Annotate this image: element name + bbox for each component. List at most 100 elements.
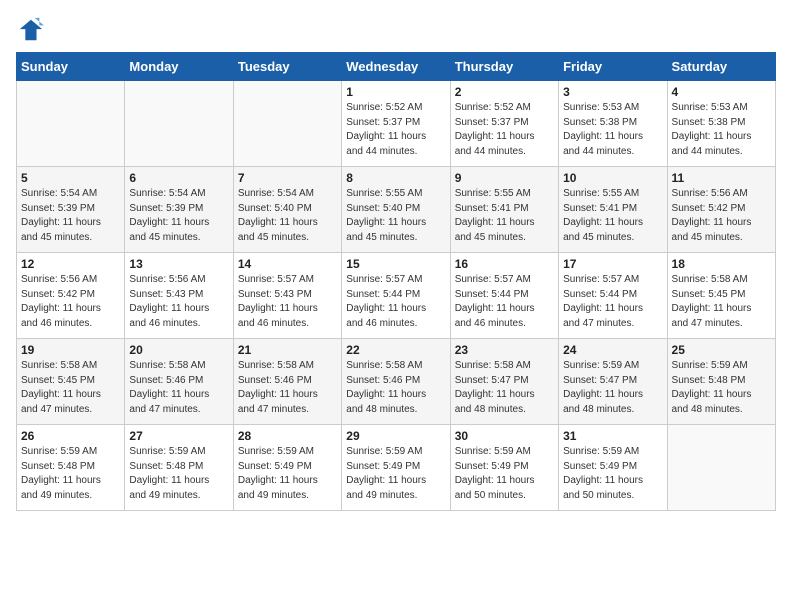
day-cell: 9Sunrise: 5:55 AM Sunset: 5:41 PM Daylig… (450, 167, 558, 253)
day-info: Sunrise: 5:58 AM Sunset: 5:45 PM Dayligh… (21, 359, 120, 417)
week-row-5: 26 Sunrise: 5:59 AM Sunset: 5:48 PM Dayli… (17, 425, 776, 511)
day-cell: 21 Sunrise: 5:58 AM Sunset: 5:46 PM Dayli… (233, 339, 341, 425)
day-cell: 6 Sunrise: 5:54 AM Sunset: 5:39 PM Daylig… (125, 167, 233, 253)
day-cell: 20 Sunrise: 5:58 AM Sunset: 5:46 PM Dayli… (125, 339, 233, 425)
day-number: 13 (129, 257, 228, 271)
day-cell: 3 Sunrise: 5:53 AM Sunset: 5:38 PM Daylig… (559, 81, 667, 167)
day-cell: 10 Sunrise: 5:55 AM Sunset: 5:41 PM Dayli… (559, 167, 667, 253)
day-info: Sunrise: 5:58 AM Sunset: 5:46 PM Dayligh… (129, 359, 228, 417)
day-cell: 1 Sunrise: 5:52 AM Sunset: 5:37 PM Daylig… (342, 81, 450, 167)
day-cell: 24 Sunrise: 5:59 AM Sunset: 5:47 PM Dayli… (559, 339, 667, 425)
day-cell: 5 Sunrise: 5:54 AM Sunset: 5:39 PM Daylig… (17, 167, 125, 253)
day-number: 21 (238, 343, 337, 357)
day-cell: 15Sunrise: 5:57 AM Sunset: 5:44 PM Dayli… (342, 253, 450, 339)
day-info: Sunrise: 5:59 AM Sunset: 5:48 PM Dayligh… (129, 445, 228, 503)
page-header (16, 16, 776, 44)
day-info: Sunrise: 5:58 AM Sunset: 5:47 PM Dayligh… (455, 359, 554, 417)
day-info: Sunrise: 5:57 AM Sunset: 5:43 PM Dayligh… (238, 273, 337, 331)
day-info: Sunrise: 5:57 AM Sunset: 5:44 PM Dayligh… (455, 273, 554, 331)
day-cell: 23 Sunrise: 5:58 AM Sunset: 5:47 PM Dayli… (450, 339, 558, 425)
day-cell: 31Sunrise: 5:59 AM Sunset: 5:49 PM Dayli… (559, 425, 667, 511)
day-cell: 30Sunrise: 5:59 AM Sunset: 5:49 PM Dayli… (450, 425, 558, 511)
day-info: Sunrise: 5:54 AM Sunset: 5:39 PM Dayligh… (129, 187, 228, 245)
day-cell: 26 Sunrise: 5:59 AM Sunset: 5:48 PM Dayli… (17, 425, 125, 511)
day-info: Sunrise: 5:57 AM Sunset: 5:44 PM Dayligh… (563, 273, 662, 331)
day-number: 12 (21, 257, 120, 271)
day-number: 30 (455, 429, 554, 443)
day-number: 24 (563, 343, 662, 357)
day-info: Sunrise: 5:59 AM Sunset: 5:48 PM Dayligh… (21, 445, 120, 503)
day-cell: 29 Sunrise: 5:59 AM Sunset: 5:49 PM Dayli… (342, 425, 450, 511)
day-cell: 4 Sunrise: 5:53 AM Sunset: 5:38 PM Daylig… (667, 81, 775, 167)
day-cell: 16 Sunrise: 5:57 AM Sunset: 5:44 PM Dayli… (450, 253, 558, 339)
col-header-thursday: Thursday (450, 53, 558, 81)
week-row-4: 19 Sunrise: 5:58 AM Sunset: 5:45 PM Dayli… (17, 339, 776, 425)
day-number: 11 (672, 171, 771, 185)
day-number: 1 (346, 85, 445, 99)
day-cell: 12Sunrise: 5:56 AM Sunset: 5:42 PM Dayli… (17, 253, 125, 339)
day-number: 7 (238, 171, 337, 185)
day-info: Sunrise: 5:53 AM Sunset: 5:38 PM Dayligh… (563, 101, 662, 159)
day-info: Sunrise: 5:58 AM Sunset: 5:46 PM Dayligh… (238, 359, 337, 417)
col-header-monday: Monday (125, 53, 233, 81)
day-cell: 22 Sunrise: 5:58 AM Sunset: 5:46 PM Dayli… (342, 339, 450, 425)
col-header-saturday: Saturday (667, 53, 775, 81)
day-info: Sunrise: 5:55 AM Sunset: 5:41 PM Dayligh… (563, 187, 662, 245)
day-cell: 17Sunrise: 5:57 AM Sunset: 5:44 PM Dayli… (559, 253, 667, 339)
day-cell: 13 Sunrise: 5:56 AM Sunset: 5:43 PM Dayli… (125, 253, 233, 339)
day-cell: 2Sunrise: 5:52 AM Sunset: 5:37 PM Daylig… (450, 81, 558, 167)
calendar-table: SundayMondayTuesdayWednesdayThursdayFrid… (16, 52, 776, 511)
day-number: 6 (129, 171, 228, 185)
day-cell: 19 Sunrise: 5:58 AM Sunset: 5:45 PM Dayli… (17, 339, 125, 425)
day-number: 10 (563, 171, 662, 185)
day-number: 31 (563, 429, 662, 443)
day-number: 27 (129, 429, 228, 443)
day-cell: 8Sunrise: 5:55 AM Sunset: 5:40 PM Daylig… (342, 167, 450, 253)
day-cell (17, 81, 125, 167)
day-number: 3 (563, 85, 662, 99)
day-number: 25 (672, 343, 771, 357)
day-number: 26 (21, 429, 120, 443)
day-info: Sunrise: 5:59 AM Sunset: 5:48 PM Dayligh… (672, 359, 771, 417)
day-number: 28 (238, 429, 337, 443)
logo-icon (16, 16, 44, 44)
day-info: Sunrise: 5:55 AM Sunset: 5:40 PM Dayligh… (346, 187, 445, 245)
day-info: Sunrise: 5:54 AM Sunset: 5:40 PM Dayligh… (238, 187, 337, 245)
day-number: 14 (238, 257, 337, 271)
day-info: Sunrise: 5:57 AM Sunset: 5:44 PM Dayligh… (346, 273, 445, 331)
day-number: 23 (455, 343, 554, 357)
day-info: Sunrise: 5:56 AM Sunset: 5:42 PM Dayligh… (672, 187, 771, 245)
day-cell: 11 Sunrise: 5:56 AM Sunset: 5:42 PM Dayli… (667, 167, 775, 253)
week-row-2: 5 Sunrise: 5:54 AM Sunset: 5:39 PM Daylig… (17, 167, 776, 253)
day-info: Sunrise: 5:59 AM Sunset: 5:49 PM Dayligh… (238, 445, 337, 503)
week-row-1: 1 Sunrise: 5:52 AM Sunset: 5:37 PM Daylig… (17, 81, 776, 167)
col-header-wednesday: Wednesday (342, 53, 450, 81)
day-number: 16 (455, 257, 554, 271)
col-header-friday: Friday (559, 53, 667, 81)
col-header-tuesday: Tuesday (233, 53, 341, 81)
day-cell: 27 Sunrise: 5:59 AM Sunset: 5:48 PM Dayli… (125, 425, 233, 511)
day-info: Sunrise: 5:59 AM Sunset: 5:49 PM Dayligh… (346, 445, 445, 503)
day-info: Sunrise: 5:58 AM Sunset: 5:46 PM Dayligh… (346, 359, 445, 417)
header-row: SundayMondayTuesdayWednesdayThursdayFrid… (17, 53, 776, 81)
day-number: 20 (129, 343, 228, 357)
day-info: Sunrise: 5:52 AM Sunset: 5:37 PM Dayligh… (346, 101, 445, 159)
day-number: 5 (21, 171, 120, 185)
day-info: Sunrise: 5:59 AM Sunset: 5:47 PM Dayligh… (563, 359, 662, 417)
day-number: 18 (672, 257, 771, 271)
day-cell (125, 81, 233, 167)
logo (16, 16, 48, 44)
day-info: Sunrise: 5:53 AM Sunset: 5:38 PM Dayligh… (672, 101, 771, 159)
day-number: 22 (346, 343, 445, 357)
day-info: Sunrise: 5:56 AM Sunset: 5:43 PM Dayligh… (129, 273, 228, 331)
day-number: 19 (21, 343, 120, 357)
col-header-sunday: Sunday (17, 53, 125, 81)
day-info: Sunrise: 5:54 AM Sunset: 5:39 PM Dayligh… (21, 187, 120, 245)
day-info: Sunrise: 5:55 AM Sunset: 5:41 PM Dayligh… (455, 187, 554, 245)
day-number: 2 (455, 85, 554, 99)
day-number: 4 (672, 85, 771, 99)
day-cell: 18Sunrise: 5:58 AM Sunset: 5:45 PM Dayli… (667, 253, 775, 339)
day-number: 29 (346, 429, 445, 443)
day-cell (667, 425, 775, 511)
day-cell: 28 Sunrise: 5:59 AM Sunset: 5:49 PM Dayli… (233, 425, 341, 511)
